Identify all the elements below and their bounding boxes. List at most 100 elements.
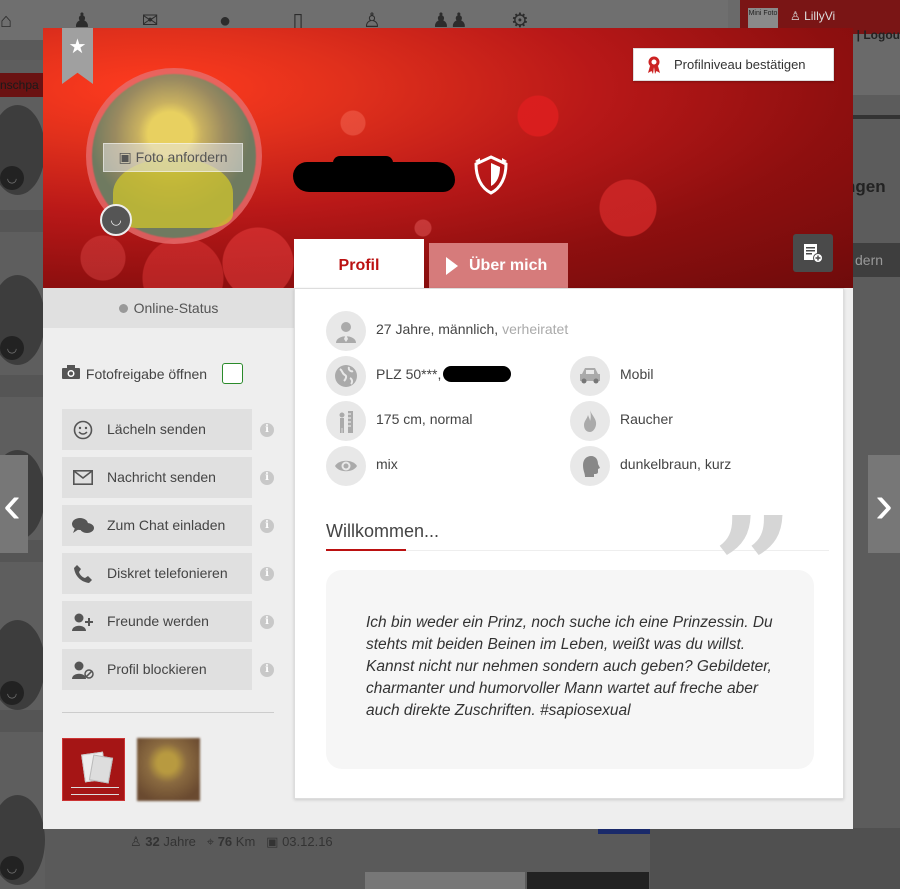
list-divider <box>0 710 45 732</box>
eye-color: mix <box>376 456 398 472</box>
verify-level-button[interactable]: Profilniveau bestätigen <box>633 48 834 81</box>
request-photo-button[interactable]: ▣ Foto anfordern <box>103 143 243 172</box>
envelope-icon <box>72 457 94 498</box>
smiley-icon <box>72 409 94 450</box>
marital-status: verheiratet <box>502 321 569 337</box>
info-icon[interactable]: i <box>260 663 274 677</box>
invite-chat-label: Zum Chat einladen <box>107 517 226 533</box>
postal-code: PLZ 50***, <box>376 366 442 382</box>
calendar-icon: ▣ <box>266 834 279 849</box>
block-profile-button[interactable]: Profil blockieren <box>62 649 252 690</box>
smoker: Raucher <box>620 411 673 427</box>
logout-link[interactable]: o | Logou <box>846 28 900 42</box>
height-icon <box>326 401 366 441</box>
location: PLZ 50***, <box>376 366 512 382</box>
age-icon: ♙ <box>130 834 142 849</box>
mini-badge: Mini Foto <box>748 8 778 30</box>
age-gender: 27 Jahre, männlich, verheiratet <box>376 321 568 337</box>
eye-icon <box>326 446 366 486</box>
info-icon[interactable]: i <box>260 615 274 629</box>
smile-label: Lächeln senden <box>107 421 206 437</box>
call-discreetly-label: Diskret telefonieren <box>107 565 228 581</box>
play-icon <box>446 257 458 275</box>
photo-share-checkbox[interactable] <box>222 363 243 384</box>
request-photo-label: Foto anfordern <box>135 149 228 165</box>
award-icon <box>648 56 660 74</box>
stat-distance: 76 <box>217 834 233 849</box>
block-profile-label: Profil blockieren <box>107 661 207 677</box>
info-icon[interactable]: i <box>260 423 274 437</box>
photo-share-toggle[interactable]: Fotofreigabe öffnen <box>62 363 207 385</box>
thumbnail-text-lines <box>71 787 119 795</box>
car-icon <box>570 356 610 396</box>
send-message-label: Nachricht senden <box>107 469 216 485</box>
age-gender-text: 27 Jahre, männlich, <box>376 321 499 337</box>
add-user-icon <box>72 601 94 642</box>
profile-header: ★ ▣ Foto anfordern ◡ Profilniveau bestät… <box>43 28 853 289</box>
chat-bubbles-icon <box>72 505 94 546</box>
right-panel-button[interactable]: dern <box>853 243 900 277</box>
background-dark-button[interactable] <box>527 872 649 889</box>
kiss-icon: ◡ <box>0 681 24 705</box>
photo-thumbnail[interactable] <box>137 738 200 801</box>
info-icon[interactable]: i <box>260 471 274 485</box>
tab-profil[interactable]: Profil <box>294 239 424 289</box>
add-friend-button[interactable]: Freunde werden <box>62 601 252 642</box>
invite-chat-button[interactable]: Zum Chat einladen <box>62 505 252 546</box>
info-icon[interactable]: i <box>260 519 274 533</box>
add-friend-label: Freunde werden <box>107 613 209 629</box>
camera-icon <box>62 363 82 385</box>
background-dark-bar <box>650 828 900 889</box>
block-user-icon <box>72 649 94 690</box>
favorite-star-icon[interactable]: ★ <box>62 28 93 84</box>
status-dot-icon <box>118 304 128 313</box>
flame-icon <box>570 401 610 441</box>
user-name[interactable]: ♙ LillyVi <box>790 9 835 23</box>
location-icon: ⌖ <box>206 834 215 849</box>
hair: dunkelbraun, kurz <box>620 456 732 472</box>
tab-ueber-mich[interactable]: Über mich <box>429 243 568 288</box>
online-status: Online-Status <box>43 288 294 328</box>
welcome-text: Ich bin weder ein Prinz, noch suche ich … <box>366 614 773 719</box>
call-discreetly-button[interactable]: Diskret telefonieren <box>62 553 252 594</box>
camera-icon: ▣ <box>118 149 132 165</box>
globe-icon <box>326 356 366 396</box>
user-icon <box>326 311 366 351</box>
send-message-button[interactable]: Nachricht senden <box>62 457 252 498</box>
kiss-icon: ◡ <box>0 166 24 190</box>
list-divider <box>0 210 45 232</box>
user-name-text: LillyVi <box>804 9 836 23</box>
welcome-underline <box>326 549 406 551</box>
profile-modal: ★ ▣ Foto anfordern ◡ Profilniveau bestät… <box>43 28 853 829</box>
photo-card-icon <box>88 754 114 784</box>
prev-profile-arrow[interactable]: ‹ <box>0 455 28 553</box>
gift-photo-thumbnail[interactable] <box>62 738 125 801</box>
add-note-button[interactable] <box>793 234 833 272</box>
tab-ueber-mich-label: Über mich <box>469 257 548 274</box>
online-status-label: Online-Status <box>133 300 219 316</box>
background-action-icons[interactable] <box>365 872 525 889</box>
stat-distance-unit: Km <box>235 834 256 849</box>
home-icon[interactable]: ⌂ <box>0 10 18 32</box>
info-icon[interactable]: i <box>260 567 274 581</box>
kiss-icon[interactable]: ◡ <box>100 204 132 236</box>
shield-icon <box>474 155 508 195</box>
list-divider <box>0 375 45 397</box>
height-build: 175 cm, normal <box>376 411 473 427</box>
city-redacted <box>443 366 512 382</box>
verify-level-label: Profilniveau bestätigen <box>674 57 806 72</box>
profile-content: 27 Jahre, männlich, verheiratet PLZ 50**… <box>294 288 844 799</box>
add-note-icon <box>804 244 823 263</box>
phone-icon <box>72 553 94 594</box>
kiss-icon: ◡ <box>0 856 24 880</box>
stat-date: 03.12.16 <box>282 834 333 849</box>
right-panel-line <box>853 115 900 119</box>
smile-button[interactable]: Lächeln senden <box>62 409 252 450</box>
profile-name-redacted <box>293 156 455 192</box>
kiss-icon: ◡ <box>0 336 24 360</box>
mobility: Mobil <box>620 366 654 382</box>
welcome-title: Willkommen... <box>326 521 440 541</box>
next-profile-arrow[interactable]: › <box>868 455 900 553</box>
background-stats: ♙ 32 Jahre ⌖ 76 Km ▣ 03.12.16 <box>130 834 333 850</box>
background-tab[interactable]: nschpa <box>0 73 45 97</box>
